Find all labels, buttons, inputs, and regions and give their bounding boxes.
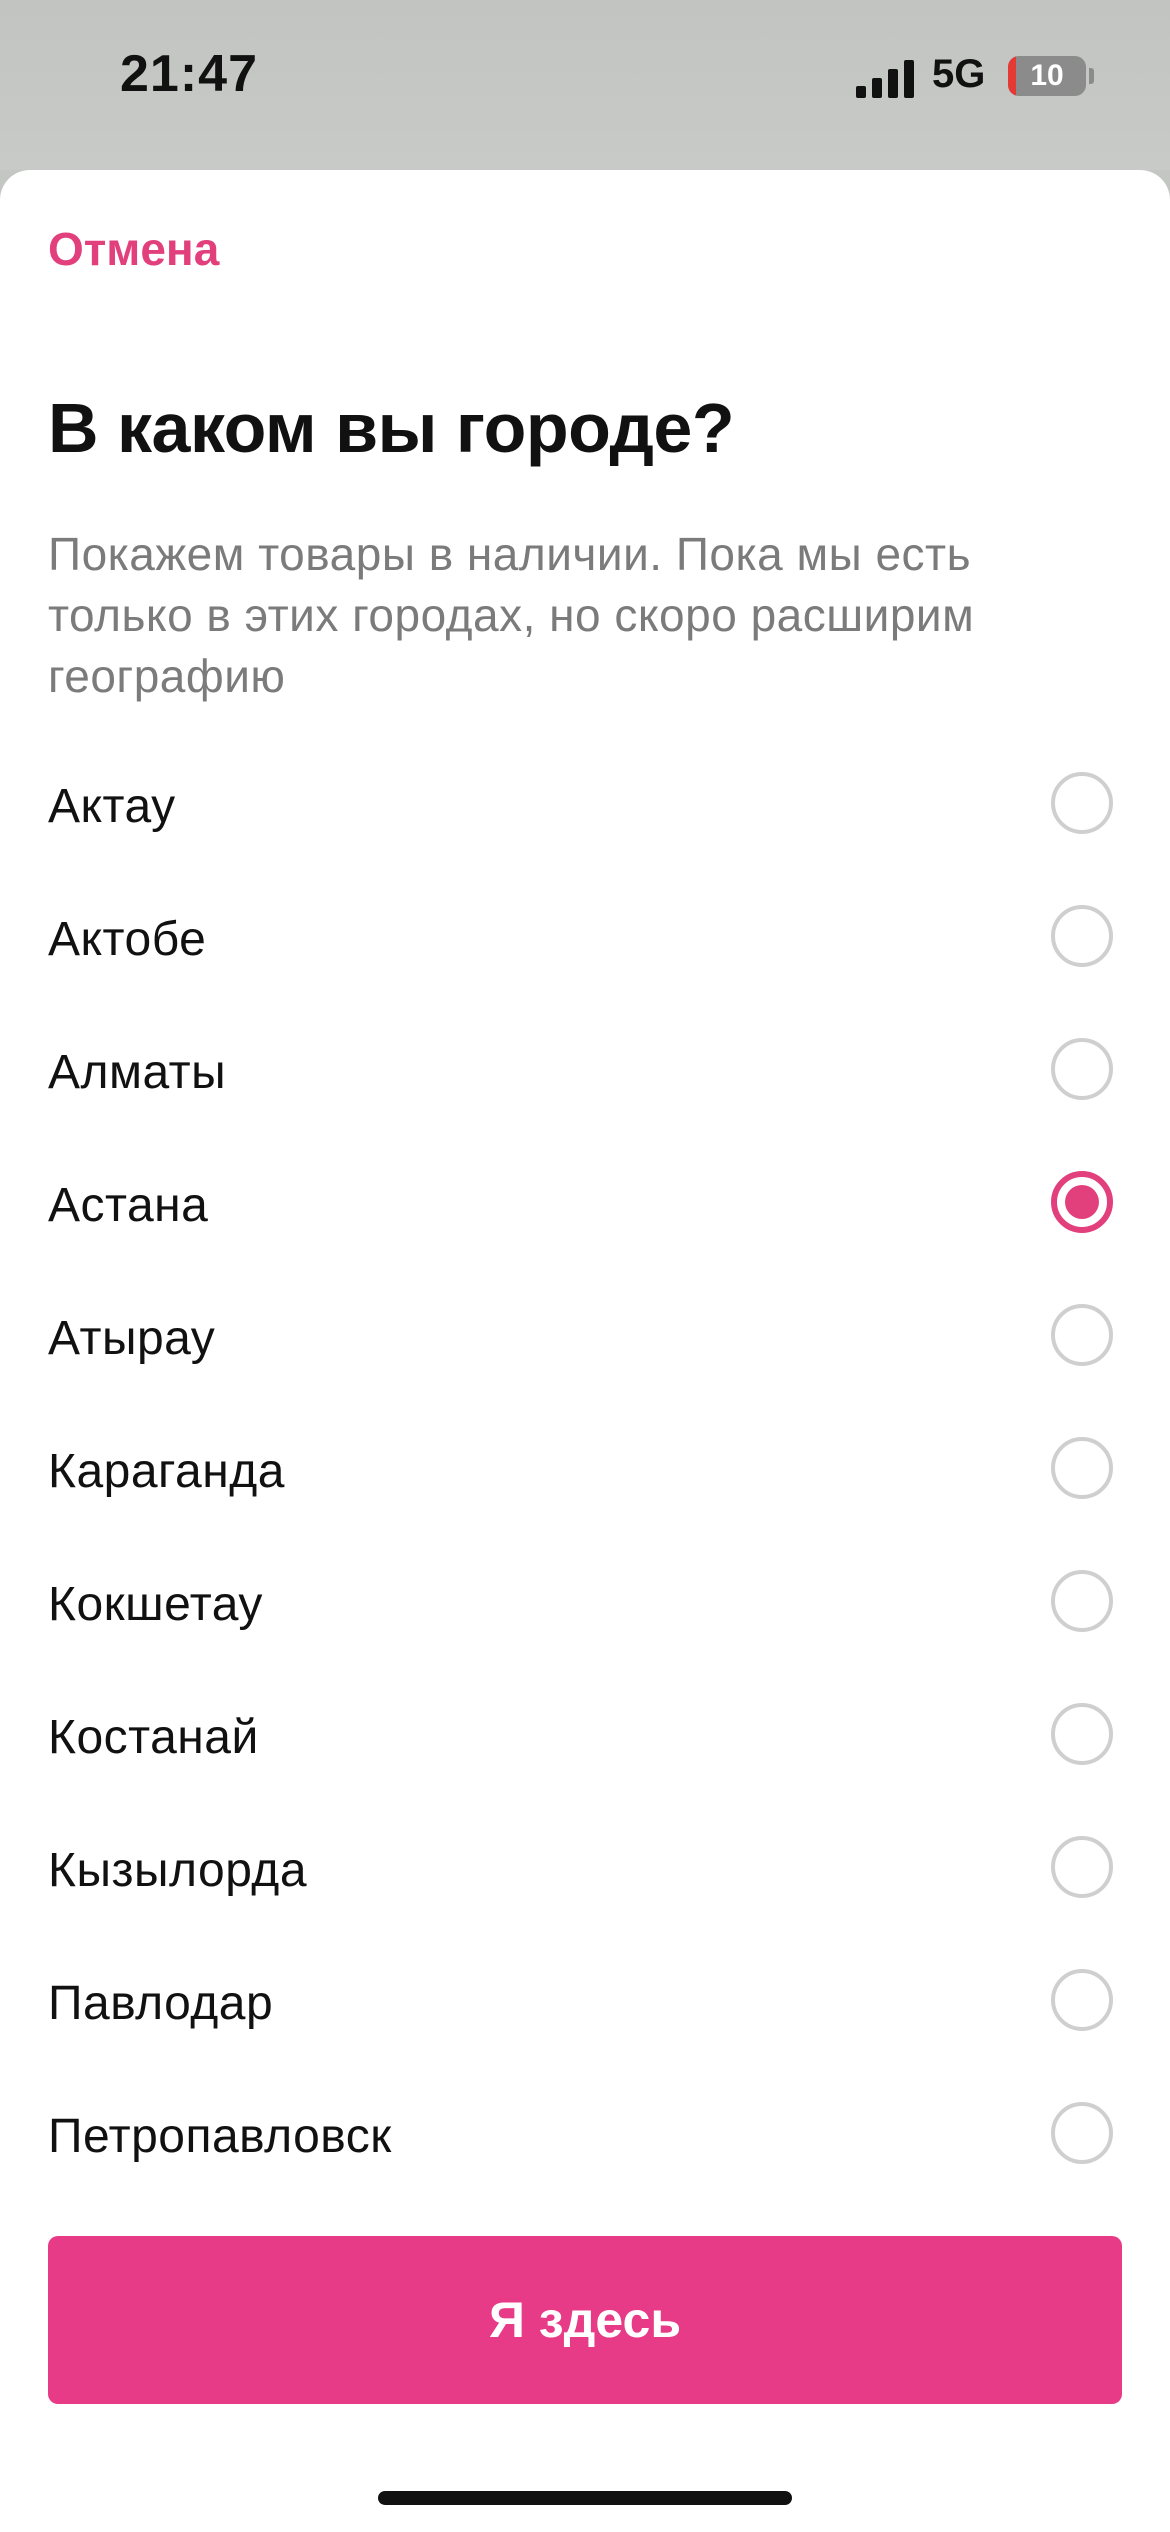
city-option-kyzylorda[interactable]: Кызылорда: [0, 1804, 1170, 1937]
radio-off-icon[interactable]: [1051, 905, 1113, 967]
city-option-kostanay[interactable]: Костанай: [0, 1671, 1170, 1804]
battery-charging-icon: 10: [1008, 56, 1086, 96]
radio-off-icon[interactable]: [1051, 1703, 1113, 1765]
battery-cap: [1089, 68, 1094, 84]
city-option-aktobe[interactable]: Актобе: [0, 873, 1170, 1006]
city-name: Атырау: [48, 1312, 216, 1365]
radio-off-icon[interactable]: [1051, 1836, 1113, 1898]
radio-off-icon[interactable]: [1051, 1570, 1113, 1632]
signal-bars-icon: [856, 60, 914, 98]
city-option-atyrau[interactable]: Атырау: [0, 1272, 1170, 1405]
city-option-petropavlovsk[interactable]: Петропавловск: [0, 2070, 1170, 2203]
confirm-city-button[interactable]: Я здесь: [48, 2236, 1122, 2404]
radio-on-icon[interactable]: [1051, 1171, 1113, 1233]
city-name: Кокшетау: [48, 1578, 263, 1631]
city-option-astana[interactable]: Астана: [0, 1139, 1170, 1272]
city-name: Актау: [48, 780, 176, 833]
city-name: Караганда: [48, 1445, 285, 1498]
city-option-almaty[interactable]: Алматы: [0, 1006, 1170, 1139]
city-option-karaganda[interactable]: Караганда: [0, 1405, 1170, 1538]
city-option-kokshetau[interactable]: Кокшетау: [0, 1538, 1170, 1671]
status-bar: 21:47 5G 10: [0, 0, 1170, 170]
city-picker-sheet: Отмена В каком вы городе? Покажем товары…: [0, 170, 1170, 2532]
city-list: Актау Актобе Алматы Астана Атырау Карага…: [0, 740, 1170, 2203]
radio-off-icon[interactable]: [1051, 772, 1113, 834]
cancel-button[interactable]: Отмена: [48, 222, 219, 276]
city-name: Петропавловск: [48, 2110, 392, 2163]
city-name: Костанай: [48, 1711, 259, 1764]
radio-off-icon[interactable]: [1051, 2102, 1113, 2164]
city-name: Павлодар: [48, 1977, 274, 2030]
page-title: В каком вы городе?: [48, 389, 735, 467]
city-name: Актобе: [48, 913, 207, 966]
status-time: 21:47: [120, 45, 258, 103]
city-name: Кызылорда: [48, 1844, 308, 1897]
home-indicator: [378, 2491, 792, 2505]
city-name: Алматы: [48, 1046, 227, 1099]
radio-off-icon[interactable]: [1051, 1304, 1113, 1366]
city-option-aktau[interactable]: Актау: [0, 740, 1170, 873]
network-type-label: 5G: [932, 52, 986, 96]
radio-off-icon[interactable]: [1051, 1437, 1113, 1499]
page-subtitle: Покажем товары в наличии. Пока мы есть т…: [48, 528, 975, 702]
radio-off-icon[interactable]: [1051, 1038, 1113, 1100]
city-option-pavlodar[interactable]: Павлодар: [0, 1937, 1170, 2070]
battery-level-text: 10: [1030, 59, 1064, 92]
radio-off-icon[interactable]: [1051, 1969, 1113, 2031]
city-name: Астана: [48, 1179, 209, 1232]
